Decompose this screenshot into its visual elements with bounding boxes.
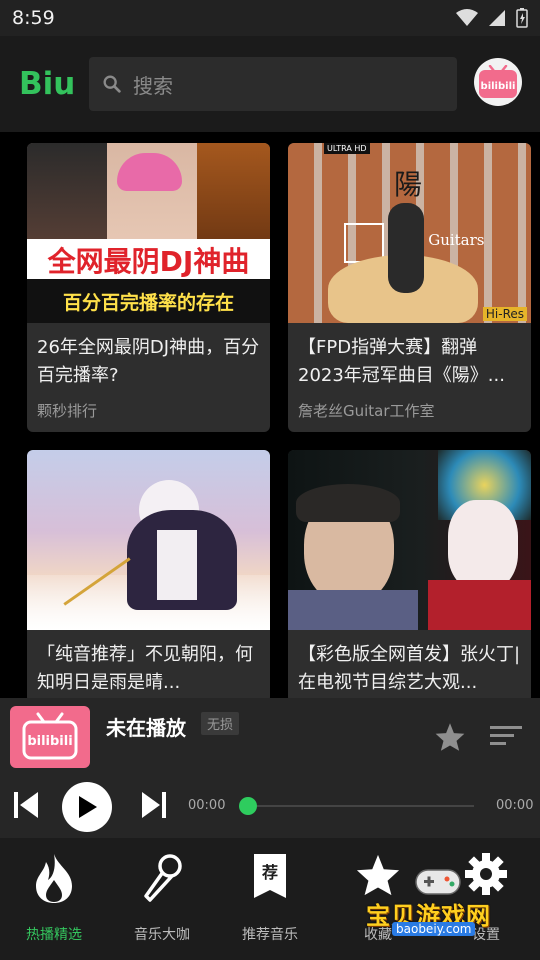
- nav-music-stars[interactable]: 音乐大咖: [108, 838, 216, 960]
- thumbnail-caption-bottom: 百分百完播率的存在: [62, 292, 234, 314]
- site-watermark: 宝贝游戏网 baobeiy.com: [362, 862, 520, 942]
- playlist-queue-icon[interactable]: [490, 724, 522, 748]
- now-playing-title: 未在播放: [106, 716, 186, 740]
- watermark-url: baobeiy.com: [392, 922, 476, 936]
- ultra-hd-badge: ULTRA HD: [324, 143, 370, 154]
- thumbnail-caption-top: 陽: [394, 168, 423, 201]
- bilibili-logo-icon: bilibili: [479, 65, 517, 98]
- search-placeholder: 搜索: [133, 73, 173, 98]
- video-card[interactable]: 全网最阴DJ神曲 百分百完播率的存在 26年全网最阴DJ神曲，百分百完播率? 颗…: [27, 143, 270, 432]
- thumbnail-caption-top: 全网最阴DJ神曲: [47, 245, 250, 278]
- video-card[interactable]: 【彩色版全网首发】张火丁|在电视节目综艺大观...: [288, 450, 531, 698]
- cover-logo-text: bilibili: [27, 734, 72, 749]
- current-time: 00:00: [188, 798, 226, 813]
- user-avatar[interactable]: bilibili: [474, 58, 522, 106]
- next-track-icon[interactable]: [140, 790, 168, 820]
- video-author: 颗秒排行: [37, 402, 98, 420]
- mini-player: bilibili 未在播放 无损 00:00 00:00: [0, 698, 540, 838]
- search-input[interactable]: 搜索: [89, 57, 457, 111]
- play-icon: [79, 796, 97, 818]
- wifi-icon: [456, 9, 478, 26]
- gamepad-icon: [415, 869, 461, 895]
- video-card[interactable]: ULTRA HD 陽 Rusi Guitars Hi-Res 【FPD指弹大赛】…: [288, 143, 531, 432]
- video-thumbnail: [27, 450, 270, 630]
- play-button[interactable]: [62, 782, 112, 832]
- previous-track-icon[interactable]: [12, 790, 40, 820]
- app-logo: Biu: [19, 66, 76, 102]
- app-header: Biu 搜索 bilibili: [0, 36, 540, 132]
- video-card[interactable]: 「纯音推荐」不见朝阳，何知明日是雨是晴...: [27, 450, 270, 698]
- video-title: 「纯音推荐」不见朝阳，何知明日是雨是晴...: [37, 644, 253, 693]
- status-icons: [456, 8, 528, 28]
- progress-thumb[interactable]: [239, 797, 257, 815]
- video-author: 詹老丝Guitar工作室: [298, 402, 435, 420]
- bilibili-logo-icon: bilibili: [22, 712, 78, 760]
- cell-signal-icon: [489, 10, 505, 26]
- video-thumbnail: [288, 450, 531, 630]
- duration-time: 00:00: [496, 798, 534, 813]
- recommend-tag-text: 荐: [261, 863, 278, 882]
- nav-label: 热播精选: [26, 927, 82, 943]
- video-title: 【彩色版全网首发】张火丁|在电视节目综艺大观...: [298, 644, 521, 693]
- microphone-icon: [144, 854, 182, 902]
- status-time: 8:59: [12, 7, 55, 29]
- status-bar: 8:59: [0, 0, 540, 36]
- search-icon: [103, 75, 121, 93]
- now-playing-cover[interactable]: bilibili: [10, 706, 90, 768]
- hi-res-badge: Hi-Res: [482, 307, 527, 321]
- recommend-tag-icon: 荐: [254, 854, 286, 898]
- progress-track[interactable]: [248, 805, 474, 807]
- video-thumbnail: ULTRA HD 陽 Rusi Guitars Hi-Res: [288, 143, 531, 323]
- nav-label: 音乐大咖: [134, 927, 190, 943]
- avatar-logo-text: bilibili: [481, 81, 516, 92]
- nav-label: 推荐音乐: [242, 927, 298, 943]
- favorite-star-icon[interactable]: [434, 722, 466, 752]
- video-grid: 全网最阴DJ神曲 百分百完播率的存在 26年全网最阴DJ神曲，百分百完播率? 颗…: [0, 132, 540, 698]
- video-title: 【FPD指弹大赛】翻弹2023年冠军曲目《陽》...: [298, 337, 505, 386]
- video-title: 26年全网最阴DJ神曲，百分百完播率?: [37, 337, 260, 386]
- flame-icon: [36, 854, 72, 903]
- nav-recommended-music[interactable]: 荐 推荐音乐: [216, 838, 324, 960]
- battery-icon: [516, 8, 528, 28]
- video-thumbnail: 全网最阴DJ神曲 百分百完播率的存在: [27, 143, 270, 323]
- quality-badge: 无损: [201, 712, 240, 735]
- nav-hot-picks[interactable]: 热播精选: [0, 838, 108, 960]
